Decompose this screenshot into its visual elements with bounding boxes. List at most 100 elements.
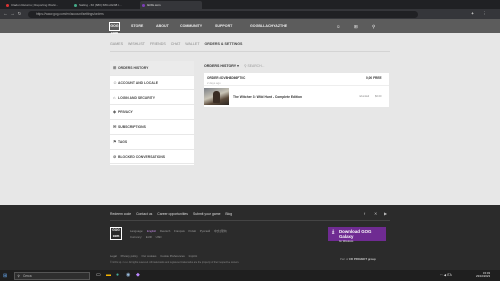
legal-link[interactable]: Our cookies — [142, 254, 157, 258]
site-footer — [0, 205, 500, 270]
language-option[interactable]: Deutsch — [160, 229, 170, 233]
footer-links: Redeem code Contact us Career opportunit… — [110, 212, 236, 216]
language-option[interactable]: Polski — [189, 229, 196, 233]
address-bar[interactable]: https://www.gog.com/en/account/settings/… — [28, 10, 418, 18]
divider — [204, 84, 389, 86]
person-icon: ☺ — [113, 79, 118, 85]
orders-search-input[interactable]: ⚲ SEARCH... — [244, 64, 264, 68]
browser-tab[interactable]: Sailing - 60 (680) 680-HG/98 t... — [72, 1, 134, 9]
nav-support[interactable]: SUPPORT — [215, 24, 232, 28]
crumb-orders-settings[interactable]: ORDERS & SETTINGS — [205, 42, 243, 46]
crumb-wallet[interactable]: WALLET — [185, 42, 199, 46]
currency-selector: Currency: EUR USD — [130, 235, 162, 239]
sidebar-item-blocked[interactable]: ⊘ BLOCKED CONVERSATIONS — [110, 150, 194, 165]
search-icon: ⚲ — [17, 273, 20, 278]
nav-community[interactable]: COMMUNITY — [180, 24, 202, 28]
youtube-icon[interactable]: ▶ — [384, 211, 387, 216]
copyright-text: © GOG sp. z o.o. All rights reserved. Al… — [110, 261, 240, 264]
crumb-wishlist[interactable]: WISHLIST — [128, 42, 145, 46]
orders-filter-dropdown[interactable]: ORDERS HISTORY ▾ — [204, 64, 239, 68]
language-selector: Language: English Deutsch Français Polsk… — [130, 229, 228, 233]
footer-link-submit[interactable]: Submit your game — [193, 212, 221, 216]
currency-option[interactable]: EUR — [146, 235, 152, 239]
mail-icon: ✉ — [113, 124, 117, 130]
username-menu[interactable]: GOGBLLACHYAZTHE — [250, 24, 287, 28]
language-option[interactable]: 中文(简体) — [214, 229, 227, 233]
tag-icon: ⚑ — [113, 139, 117, 144]
breadcrumb: GAMES WISHLIST FRIENDS CHAT WALLET ORDER… — [110, 42, 410, 50]
language-option[interactable]: Русский — [200, 229, 210, 233]
thumbnail-figure — [213, 91, 220, 103]
lock-icon: ⌂ — [113, 94, 116, 100]
nav-store[interactable]: STORE — [131, 24, 143, 28]
app-icon[interactable]: ◆ — [136, 272, 140, 278]
settings-sidebar: ⊞ ORDERS HISTORY ☺ ACCOUNT AND LOCALE ⌂ LOG… — [110, 61, 194, 165]
crumb-friends[interactable]: FRIENDS — [150, 42, 166, 46]
cart-icon: ⊞ — [113, 65, 117, 70]
browser-menu-icon[interactable]: ⋮ — [482, 11, 487, 16]
browser-tab-bar: Cladun Returns | Reporting Worki... Sail… — [0, 0, 500, 9]
windows-start-icon[interactable]: ⊞ — [3, 273, 7, 279]
sidebar-item-orders-history[interactable]: ⊞ ORDERS HISTORY — [110, 61, 194, 76]
sidebar-item-tags[interactable]: ⚑ TAGS — [110, 135, 194, 150]
tab-favicon-icon — [6, 3, 9, 7]
footer-gog-logo[interactable]: GOG com — [110, 227, 122, 240]
legal-link[interactable]: Privacy policy — [121, 254, 138, 258]
twitter-icon[interactable]: ✕ — [374, 211, 377, 216]
crumb-chat[interactable]: CHAT — [171, 42, 181, 46]
block-icon: ⊘ — [113, 153, 117, 159]
sidebar-item-subscriptions[interactable]: ✉ SUBSCRIPTIONS — [110, 120, 194, 135]
order-item-status: refunded — [359, 95, 370, 98]
cdpr-logo[interactable]: CD PROJEKT group — [349, 257, 376, 261]
part-of-cdpr: Part of CD PROJEKT group — [340, 257, 376, 261]
legal-links: Legal Privacy policy Our cookies Cookie … — [110, 254, 200, 258]
tab-favicon-icon — [74, 3, 77, 7]
game-thumbnail[interactable] — [204, 88, 229, 105]
taskbar-clock[interactable]: 15:03 23/10/2023 — [476, 271, 490, 279]
order-item-price: $0.00 — [375, 95, 382, 98]
crumb-games[interactable]: GAMES — [110, 42, 123, 46]
chrome-icon[interactable]: ● — [116, 272, 119, 278]
steam-icon[interactable]: ◉ — [126, 272, 130, 278]
footer-link-redeem[interactable]: Redeem code — [110, 212, 131, 216]
footer-link-blog[interactable]: Blog — [225, 212, 232, 216]
language-option[interactable]: Français — [174, 229, 185, 233]
cart-icon[interactable]: ⊞ — [354, 24, 358, 29]
legal-link[interactable]: Cookie Preferences — [160, 254, 185, 258]
download-icon: ⤓ — [332, 229, 335, 235]
order-id[interactable]: ORDER #DV8H8D66FT0C — [207, 76, 245, 80]
browser-tab-active[interactable]: GOG.com — [140, 1, 202, 9]
legal-link[interactable]: Legal — [110, 254, 117, 258]
back-icon[interactable]: ← — [3, 11, 8, 16]
gog-logo[interactable]: GOG com — [109, 22, 120, 35]
task-view-icon[interactable]: ▭ — [96, 272, 101, 278]
footer-link-careers[interactable]: Career opportunities — [157, 212, 188, 216]
facebook-icon[interactable]: f — [364, 211, 365, 216]
chevron-down-icon: ▾ — [237, 64, 239, 68]
volume-icon: ◀ — [443, 272, 447, 277]
language-option[interactable]: English — [147, 229, 156, 233]
order-total: 0,00 FREE — [366, 76, 382, 80]
sidebar-item-login-security[interactable]: ⌂ LOGIN AND SECURITY — [110, 91, 194, 106]
system-tray[interactable]: ◠ ◀ ITA — [440, 273, 452, 277]
file-explorer-icon[interactable]: ▬ — [106, 272, 111, 278]
friends-icon[interactable]: ☺ — [336, 24, 341, 29]
search-icon[interactable]: ⚲ — [372, 24, 375, 29]
browser-tab[interactable]: Cladun Returns | Reporting Worki... — [4, 1, 66, 9]
order-item-title[interactable]: The Witcher 3: Wild Hunt - Complete Edit… — [233, 95, 302, 99]
reload-icon[interactable]: ↻ — [17, 11, 22, 16]
nav-about[interactable]: ABOUT — [156, 24, 169, 28]
sidebar-item-privacy[interactable]: ◆ PRIVACY — [110, 105, 194, 120]
currency-option[interactable]: USD — [156, 235, 162, 239]
sidebar-item-account[interactable]: ☺ ACCOUNT AND LOCALE — [110, 76, 194, 91]
tab-favicon-icon — [142, 3, 145, 7]
taskbar-search[interactable]: ⚲ Cerca — [14, 271, 90, 280]
shield-icon: ◆ — [113, 109, 117, 115]
legal-link[interactable]: Imprint — [189, 254, 198, 258]
footer-link-contact[interactable]: Contact us — [136, 212, 152, 216]
download-galaxy-button[interactable]: ⤓ Download GOG Galaxy for Windows — [328, 227, 386, 243]
divider — [110, 220, 390, 221]
forward-icon[interactable]: → — [10, 11, 15, 16]
extensions-icon[interactable]: ✦ — [470, 11, 475, 16]
network-icon: ◠ — [440, 272, 443, 277]
